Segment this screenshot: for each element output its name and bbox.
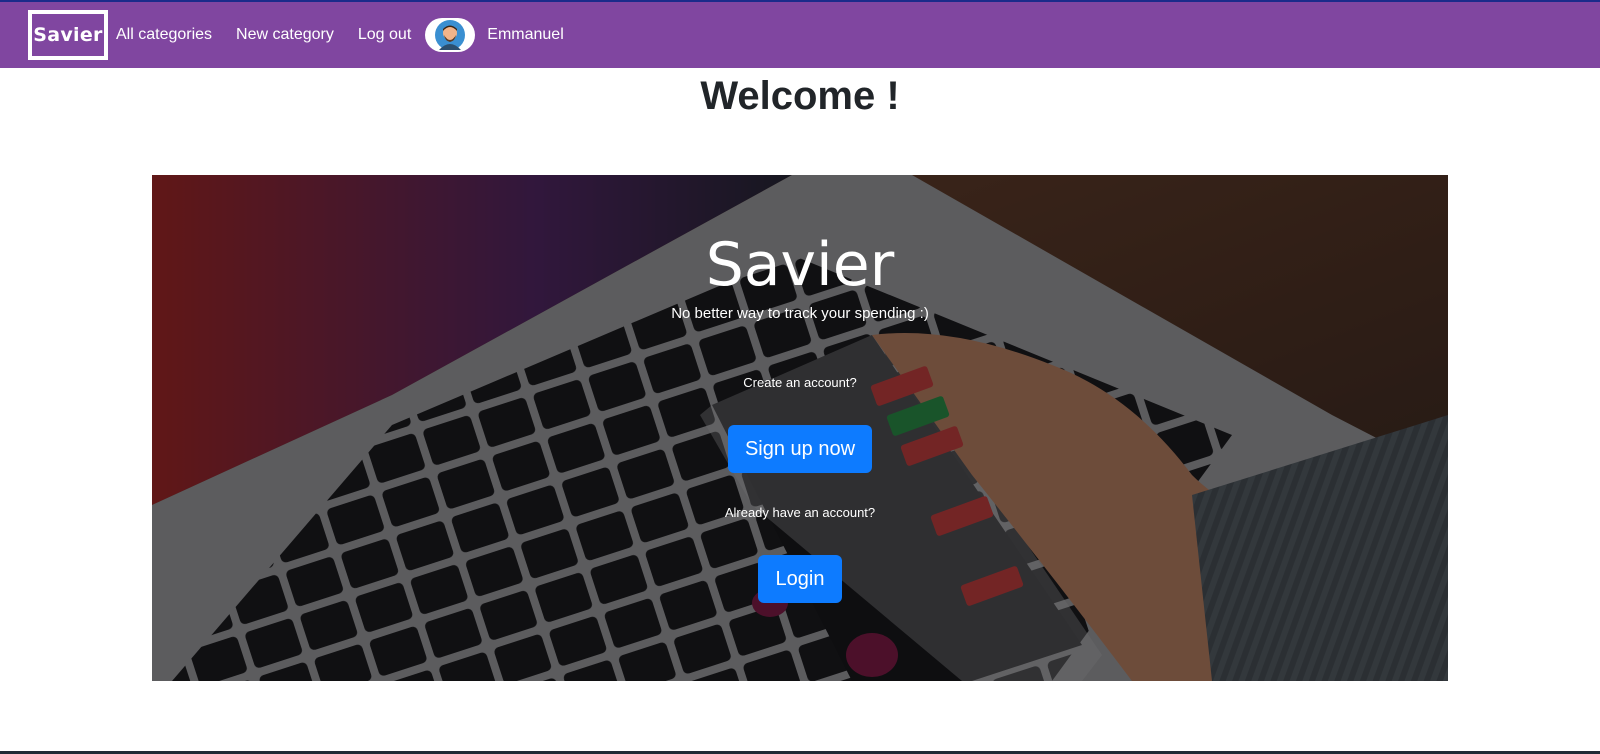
nav-link-new-category[interactable]: New category (228, 26, 342, 44)
login-button[interactable]: Login (758, 555, 842, 603)
brand-logo[interactable]: Savier (28, 10, 108, 60)
nav-link-all-categories[interactable]: All categories (108, 26, 220, 44)
navbar: Savier All categories New category Log o… (0, 2, 1600, 68)
page: Savier All categories New category Log o… (0, 0, 1600, 754)
login-prompt: Already have an account? (724, 505, 876, 520)
nav-link-log-out[interactable]: Log out (350, 26, 419, 44)
sign-up-button[interactable]: Sign up now (728, 425, 872, 473)
hero-banner: Savier No better way to track your spend… (152, 175, 1448, 681)
hero-content: Savier No better way to track your spend… (152, 175, 1448, 681)
username: Emmanuel (487, 26, 564, 43)
hero-tagline: No better way to track your spending :) (671, 305, 929, 322)
hero-title: Savier (705, 230, 895, 300)
create-account-prompt: Create an account? (743, 375, 857, 390)
page-title: Welcome ! (700, 74, 900, 118)
user-avatar-icon[interactable] (425, 18, 476, 52)
